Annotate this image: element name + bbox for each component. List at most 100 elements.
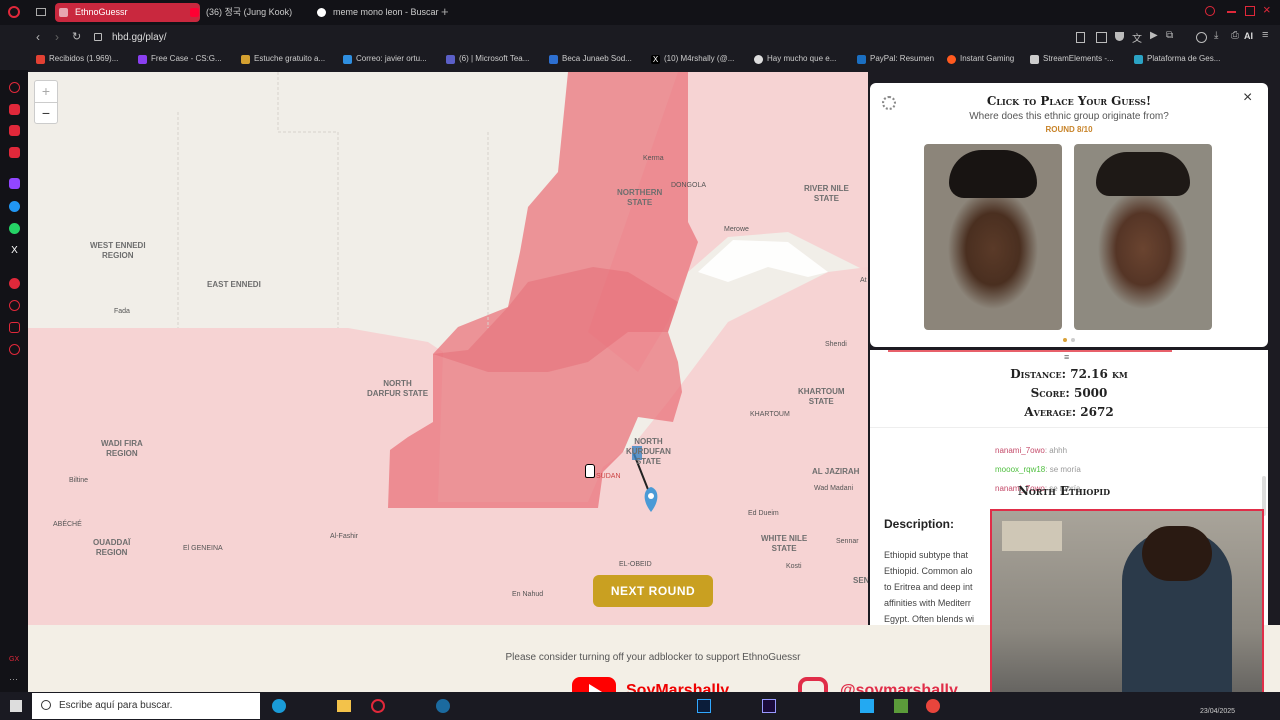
face-male-image[interactable] [924, 144, 1062, 330]
tab-label: (36) 정국 (Jung Kook) [206, 7, 293, 17]
file-explorer-icon[interactable] [337, 700, 351, 712]
opera-logo-icon[interactable] [8, 6, 20, 18]
music-icon[interactable] [9, 278, 20, 289]
bookmark-plataforma[interactable]: Plataforma de Ges... [1134, 54, 1220, 64]
divider [870, 427, 1268, 428]
bookmark-freecase[interactable]: Free Case - CS:G... [138, 54, 222, 64]
download-icon[interactable]: ⤓ [1214, 30, 1218, 41]
map-regions-layer [28, 72, 868, 625]
region-label: NORTHERN STATE [617, 188, 663, 207]
play-icon[interactable]: ▶ [1150, 30, 1158, 41]
score-text: Score: 5000 [1030, 386, 1108, 400]
account-icon[interactable] [1196, 32, 1207, 43]
city-label: DONGOLA [671, 182, 707, 189]
reload-icon[interactable]: ↻ [72, 30, 81, 43]
city-label: Shendi [825, 341, 847, 348]
bookmark-label: PayPal: Resumen [870, 54, 935, 63]
bookmark-hay-mucho[interactable]: Hay mucho que e... [754, 54, 836, 64]
aria-icon[interactable] [9, 82, 20, 93]
tab-switcher-icon[interactable] [36, 8, 46, 16]
gmail-sidebar-icon[interactable] [9, 147, 20, 158]
search-icon[interactable] [1205, 6, 1215, 16]
city-label: Wad Madani [814, 485, 854, 492]
description-label: Description: [884, 517, 955, 531]
city-label: Kerma [643, 155, 664, 162]
region-label: AL JAZIRAH [812, 467, 860, 476]
tab-ethnoguessr[interactable]: EthnoGuessr [55, 3, 200, 22]
bookmark-gmail[interactable]: Recibidos (1.969)... [36, 54, 118, 64]
chrome-icon[interactable] [926, 699, 940, 713]
city-label: Merowe [724, 226, 749, 233]
bookmark-beca[interactable]: Beca Junaeb Sod... [549, 54, 632, 64]
history-icon[interactable] [9, 300, 20, 311]
bookmark-streamelements[interactable]: StreamElements -... [1030, 54, 1114, 64]
guess-map[interactable]: WEST ENNEDI REGION EAST ENNEDI NORTHERN … [28, 72, 868, 625]
back-icon[interactable]: ‹ [36, 30, 40, 44]
menu-icon[interactable]: ≡ [1262, 29, 1268, 41]
bookmark-instant-gaming[interactable]: Instant Gaming [947, 54, 1015, 64]
vscode-icon[interactable] [860, 699, 874, 713]
windows-taskbar: Escribe aquí para buscar. 23/04/2025 [0, 692, 1280, 720]
new-tab-icon[interactable]: + [441, 4, 449, 19]
x-sidebar-icon[interactable]: X [9, 245, 20, 256]
next-round-button[interactable]: NEXT ROUND [593, 575, 713, 607]
bookmark-icon[interactable] [1076, 32, 1085, 43]
minecraft-icon[interactable] [894, 699, 908, 713]
search-magnifier-icon [41, 700, 51, 710]
bookmark-paypal[interactable]: PayPal: Resumen [857, 54, 935, 64]
tab-jungkook[interactable]: (36) 정국 (Jung Kook) [186, 3, 324, 22]
bookmark-label: Instant Gaming [960, 54, 1015, 63]
city-label: Sennar [836, 538, 859, 545]
pinboard-icon[interactable] [9, 322, 20, 333]
settings-sidebar-icon[interactable] [9, 344, 20, 355]
url-field[interactable]: hbd.gg/play/ [112, 32, 167, 43]
zoom-in-button[interactable]: + [35, 81, 57, 103]
window-controls: × [1205, 2, 1275, 19]
opera-gx-taskbar-icon[interactable] [371, 699, 385, 713]
close-window-icon[interactable]: × [1263, 2, 1271, 17]
snapshot-icon[interactable] [1096, 32, 1107, 43]
windows-start-icon[interactable] [10, 700, 22, 712]
bookmark-estuche[interactable]: Estuche gratuito a... [241, 54, 325, 64]
result-accent-bar [888, 350, 1172, 352]
region-label: OUADDAÏ REGION [93, 538, 131, 557]
screenshot-icon[interactable]: ⎙ [1231, 30, 1239, 41]
photoshop-icon[interactable] [697, 699, 711, 713]
gx-icon[interactable]: GX [9, 654, 20, 665]
carousel-dot[interactable] [1071, 338, 1075, 342]
messenger-icon[interactable] [9, 201, 20, 212]
tab-meme-search[interactable]: meme mono leon - Buscar [313, 3, 451, 22]
zoom-out-button[interactable]: − [35, 103, 57, 124]
description-line: affinities with Mediterr [884, 598, 971, 608]
workspaces-icon[interactable] [9, 104, 20, 115]
bookmark-x[interactable]: X (10) M4rshally (@... [651, 54, 734, 64]
forward-icon[interactable]: › [55, 30, 59, 44]
whatsapp-icon[interactable] [9, 223, 20, 234]
shield-icon[interactable] [1115, 32, 1124, 41]
carousel-dot-active[interactable] [1063, 338, 1067, 342]
twitch-icon[interactable] [9, 178, 20, 189]
chat-message: mooox_rqw18: se moría [995, 460, 1155, 479]
opera-sidebar: X GX ··· [0, 70, 28, 692]
bookmark-correo[interactable]: Correo: javier ortu... [343, 54, 427, 64]
drag-handle-icon[interactable]: ≡ [1064, 352, 1069, 362]
more-icon[interactable]: ··· [9, 674, 20, 685]
edge-icon[interactable] [272, 699, 286, 713]
bookmark-label: (6) | Microsoft Tea... [459, 54, 530, 63]
face-female-image[interactable] [1074, 144, 1212, 330]
extensions-icon[interactable]: ⧉ [1166, 30, 1173, 41]
google-favicon-icon [317, 8, 326, 17]
bookmark-teams[interactable]: (6) | Microsoft Tea... [446, 54, 530, 64]
steam-icon[interactable] [436, 699, 450, 713]
maximize-icon[interactable] [1245, 6, 1255, 16]
aria-ai-button[interactable]: AI [1244, 31, 1253, 41]
taskbar-search-box[interactable]: Escribe aquí para buscar. [32, 693, 260, 719]
chat-user: mooox_rqw18 [995, 465, 1046, 474]
after-effects-icon[interactable] [762, 699, 776, 713]
messenger-sidebar-icon[interactable] [9, 125, 20, 136]
google-icon [754, 55, 763, 64]
description-line: to Eritrea and deep int [884, 582, 973, 592]
translate-icon[interactable]: 文 [1132, 30, 1142, 45]
minimize-icon[interactable] [1227, 11, 1236, 13]
panel-subtitle: Where does this ethnic group originate f… [969, 111, 1169, 122]
